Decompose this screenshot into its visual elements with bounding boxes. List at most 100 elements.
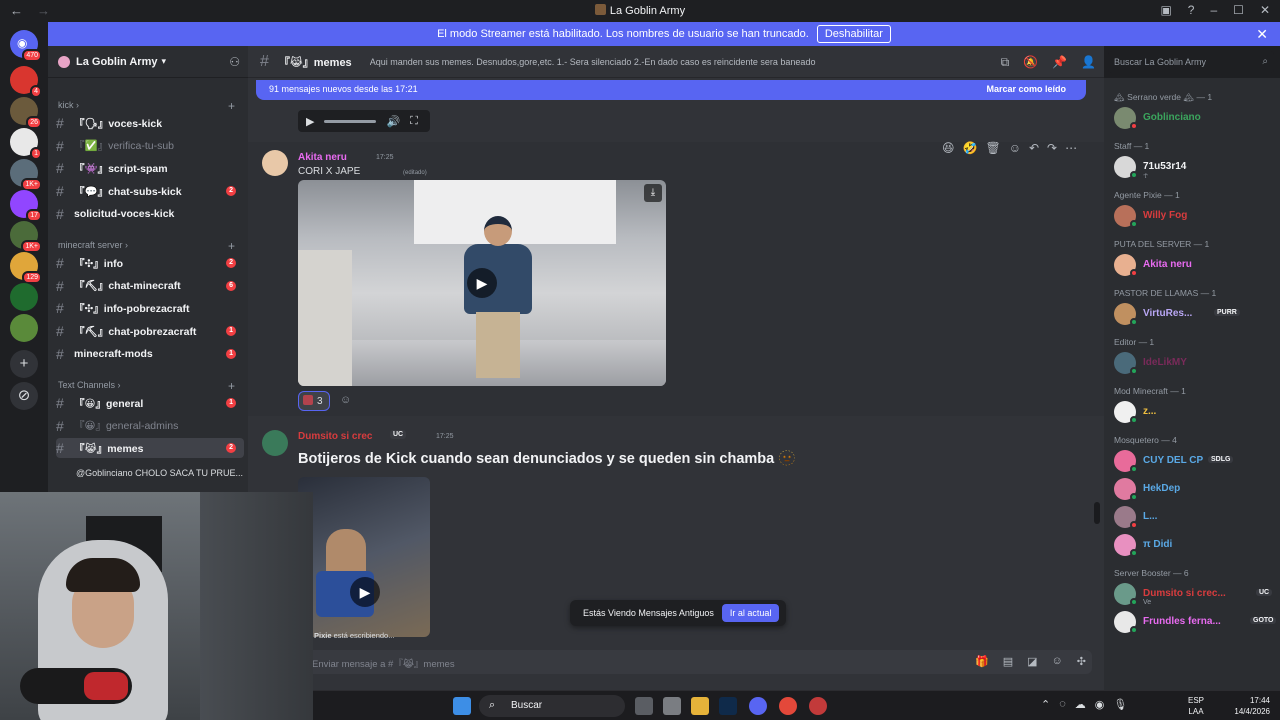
member-item[interactable]: Akita neru bbox=[1110, 252, 1276, 278]
search-input[interactable]: Buscar La Goblin Army ⌕ bbox=[1108, 51, 1274, 73]
server-icon[interactable]: 26 bbox=[10, 97, 42, 129]
emoji-reaction-icon[interactable]: 😆 bbox=[942, 141, 955, 155]
server-icon[interactable]: 1 bbox=[10, 128, 42, 160]
emoji-icon[interactable]: ☺ bbox=[1052, 655, 1063, 668]
channel-item[interactable]: # 『✣』info-pobrezacraft bbox=[56, 298, 244, 318]
server-icon[interactable]: 1K+ bbox=[10, 159, 42, 191]
disable-streamer-button[interactable]: Deshabilitar bbox=[816, 25, 891, 43]
home-button[interactable]: ◉ 470 bbox=[10, 30, 42, 62]
play-icon[interactable]: ▶ bbox=[306, 115, 314, 128]
server-icon[interactable]: 1K+ bbox=[10, 221, 42, 253]
category-header[interactable]: kick › + bbox=[58, 99, 235, 113]
app-icon[interactable] bbox=[809, 697, 827, 715]
bell-icon[interactable]: 🔕 bbox=[1023, 55, 1038, 70]
discord-icon[interactable] bbox=[749, 697, 767, 715]
emoji-reaction-icon[interactable]: 🤣 bbox=[963, 141, 978, 155]
add-server-icon[interactable]: + bbox=[10, 350, 38, 378]
photoshop-icon[interactable] bbox=[719, 697, 737, 715]
fullscreen-icon[interactable]: ⛶ bbox=[410, 115, 418, 128]
server-icon[interactable] bbox=[10, 283, 38, 311]
channel-item[interactable]: # minecraft-mods 1 bbox=[56, 344, 244, 364]
discover-icon[interactable]: ⊘ bbox=[10, 382, 38, 410]
download-icon[interactable]: ⤓ bbox=[644, 184, 662, 202]
member-item[interactable]: 71u53r14 ☥ bbox=[1110, 154, 1276, 180]
server-header[interactable]: La Goblin Army ▾ ⚇ bbox=[48, 46, 248, 78]
video-attachment[interactable]: ▶ bbox=[298, 477, 430, 637]
mic-icon[interactable]: 🎙 bbox=[1113, 698, 1127, 711]
channel-topic[interactable]: Aqui manden sus memes. Desnudos,gore,etc… bbox=[370, 57, 830, 67]
jump-to-present-button[interactable]: Ir al actual bbox=[721, 604, 780, 622]
more-icon[interactable]: ⋯ bbox=[1065, 141, 1077, 155]
invite-icon[interactable]: ⚇ bbox=[229, 55, 240, 69]
member-item[interactable]: z... bbox=[1110, 399, 1276, 425]
scrollbar[interactable] bbox=[1094, 502, 1100, 524]
message-input[interactable]: Enviar mensaje a #『😹』memes 🎁 ▤ ◪ ☺ ✣ bbox=[298, 650, 1092, 674]
help-icon[interactable]: ? bbox=[1188, 3, 1195, 17]
progress-bar[interactable] bbox=[324, 119, 377, 123]
member-item[interactable]: IdeLikMY bbox=[1110, 350, 1276, 376]
add-reaction-icon[interactable]: ☺ bbox=[340, 394, 351, 406]
channel-item[interactable]: # 『✣』info 2 bbox=[56, 253, 244, 273]
language-indicator[interactable]: ESP LAA bbox=[1188, 695, 1204, 717]
add-channel-icon[interactable]: + bbox=[228, 379, 235, 393]
new-messages-bar[interactable]: 91 mensajes nuevos desde las 17:21 Marca… bbox=[256, 80, 1086, 100]
member-item[interactable]: π Didi bbox=[1110, 532, 1276, 558]
gift-icon[interactable]: 🎁 bbox=[975, 655, 989, 668]
member-list-icon[interactable]: 👤 bbox=[1081, 55, 1096, 70]
add-channel-icon[interactable]: + bbox=[228, 239, 235, 253]
channel-item[interactable]: # 『💬』chat-subs-kick 2 bbox=[56, 181, 244, 201]
start-icon[interactable] bbox=[453, 697, 471, 715]
apps-icon[interactable]: ✣ bbox=[1077, 655, 1086, 668]
channel-item[interactable]: # 『👾』script-spam bbox=[56, 158, 244, 178]
channel-item[interactable]: # 『😀』general-admins bbox=[56, 416, 244, 436]
minimize-icon[interactable]: – bbox=[1210, 3, 1217, 17]
avatar[interactable] bbox=[262, 150, 288, 176]
server-icon[interactable] bbox=[10, 314, 38, 342]
channel-item[interactable]: # 『😹』memes 2 bbox=[56, 438, 244, 459]
reaction-pill[interactable]: 3 bbox=[298, 391, 330, 411]
mark-read-button[interactable]: Marcar como leído bbox=[986, 84, 1066, 94]
channel-item[interactable]: # solicitud-voces-kick bbox=[56, 204, 244, 224]
category-header[interactable]: minecraft server › + bbox=[58, 239, 235, 253]
app-icon[interactable] bbox=[663, 697, 681, 715]
inbox-icon[interactable]: ▣ bbox=[1160, 3, 1171, 17]
category-header[interactable]: Text Channels › + bbox=[58, 379, 235, 393]
message-author[interactable]: Dumsito si crec bbox=[298, 431, 372, 442]
member-item[interactable]: HekDep bbox=[1110, 476, 1276, 502]
emoji-reaction-icon[interactable]: 🗑 bbox=[985, 141, 1000, 155]
channel-item[interactable]: # 『✅』verifica-tu-sub bbox=[56, 136, 244, 156]
chevron-up-icon[interactable]: ⌃ bbox=[1041, 698, 1050, 711]
gif-icon[interactable]: ▤ bbox=[1003, 655, 1013, 668]
reply-icon[interactable]: ↶ bbox=[1029, 141, 1039, 155]
close-icon[interactable]: ✕ bbox=[1260, 3, 1270, 17]
member-item[interactable]: L... bbox=[1110, 504, 1276, 530]
channel-item[interactable]: # 『⛏』chat-pobrezacraft 1 bbox=[56, 321, 244, 341]
server-icon[interactable]: 4 bbox=[10, 66, 42, 98]
server-icon[interactable]: 17 bbox=[10, 190, 42, 222]
close-icon[interactable]: ✕ bbox=[1256, 26, 1268, 43]
avatar[interactable] bbox=[262, 430, 288, 456]
volume-icon[interactable]: 🔊 bbox=[386, 115, 400, 128]
threads-icon[interactable]: ⧉ bbox=[1001, 55, 1010, 70]
file-explorer-icon[interactable] bbox=[691, 697, 709, 715]
app-tray-icon[interactable]: ◉ bbox=[1095, 698, 1105, 711]
member-item[interactable]: Goblinciano bbox=[1110, 105, 1276, 131]
channel-item[interactable]: # 『😀』general 1 bbox=[56, 393, 244, 413]
channel-item[interactable]: # 『🗣』voces-kick bbox=[56, 113, 244, 133]
clock[interactable]: 17:44 14/4/2026 bbox=[1234, 695, 1270, 717]
taskbar-search[interactable]: ⌕ Buscar bbox=[479, 695, 625, 717]
add-channel-icon[interactable]: + bbox=[228, 99, 235, 113]
server-icon[interactable]: 129 bbox=[10, 252, 42, 284]
member-item[interactable]: Willy Fog bbox=[1110, 203, 1276, 229]
video-attachment[interactable]: ▶ ⤓ bbox=[298, 180, 666, 386]
message-author[interactable]: Akita neru bbox=[298, 152, 347, 163]
member-item[interactable]: CUY DEL CP SDLG bbox=[1110, 448, 1276, 474]
play-icon[interactable]: ▶ bbox=[467, 268, 497, 298]
pin-icon[interactable]: 📌 bbox=[1052, 55, 1067, 70]
member-item[interactable]: Dumsito si crec... UC Ve bbox=[1110, 581, 1276, 607]
chrome-icon[interactable] bbox=[779, 697, 797, 715]
cloud-icon[interactable]: ☁ bbox=[1075, 698, 1086, 711]
task-view-icon[interactable] bbox=[635, 697, 653, 715]
forward-icon[interactable]: ↷ bbox=[1047, 141, 1057, 155]
maximize-icon[interactable]: ☐ bbox=[1233, 3, 1244, 17]
